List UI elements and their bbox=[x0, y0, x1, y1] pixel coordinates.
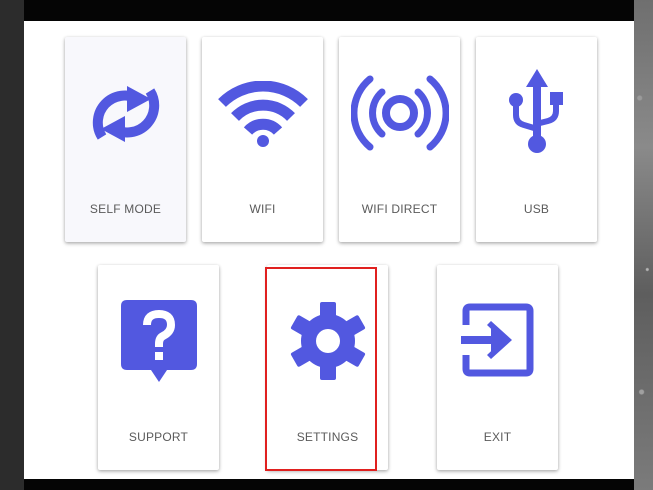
background-left bbox=[0, 0, 24, 490]
gear-icon bbox=[267, 299, 388, 383]
settings-label: SETTINGS bbox=[296, 430, 359, 444]
exit-label: EXIT bbox=[483, 430, 512, 444]
wifi-button[interactable]: WIFI bbox=[202, 37, 323, 242]
exit-button[interactable]: EXIT bbox=[437, 265, 558, 470]
self-mode-button[interactable]: SELF MODE bbox=[65, 37, 186, 242]
sync-icon bbox=[65, 69, 186, 159]
help-icon bbox=[98, 300, 219, 386]
broadcast-icon bbox=[339, 71, 460, 155]
exit-icon bbox=[437, 303, 558, 377]
wifi-direct-button[interactable]: WIFI DIRECT bbox=[339, 37, 460, 242]
background-right bbox=[634, 0, 653, 490]
usb-button[interactable]: USB bbox=[476, 37, 597, 242]
top-bar bbox=[24, 0, 634, 21]
settings-button[interactable]: SETTINGS bbox=[267, 265, 388, 470]
wifi-label: WIFI bbox=[249, 202, 276, 216]
usb-label: USB bbox=[523, 202, 550, 216]
support-label: SUPPORT bbox=[128, 430, 189, 444]
self-mode-label: SELF MODE bbox=[89, 202, 162, 216]
wifi-icon bbox=[202, 81, 323, 149]
wifi-direct-label: WIFI DIRECT bbox=[361, 202, 438, 216]
bottom-bar bbox=[24, 479, 634, 490]
support-button[interactable]: SUPPORT bbox=[98, 265, 219, 470]
usb-icon bbox=[476, 67, 597, 157]
